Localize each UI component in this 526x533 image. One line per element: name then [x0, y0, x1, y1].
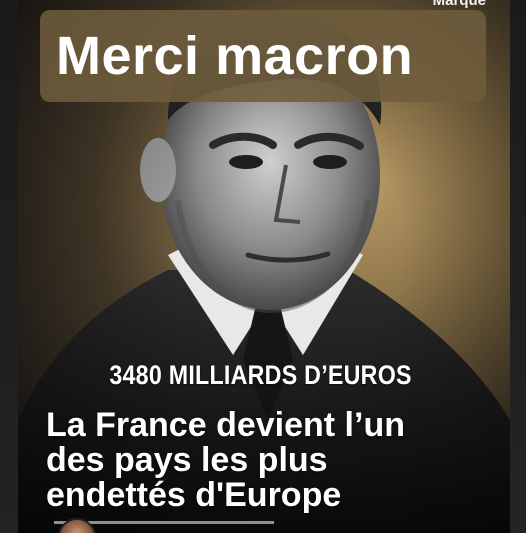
headline-line: La France devient l’un	[46, 406, 405, 444]
brand-label: Marque	[432, 0, 486, 9]
caption-text: Merci macron	[56, 26, 414, 86]
headline-line: des pays les plus	[46, 441, 328, 479]
right-edge	[510, 0, 526, 533]
headline-amount: 3480 MILLIARDS D’EUROS	[109, 360, 412, 390]
story-image[interactable]: Marque Merci macron 3480 MILLIARDS D’EUR…	[18, 0, 510, 533]
caption-box: Merci macron	[40, 10, 486, 102]
headline-line: endettés d'Europe	[46, 476, 342, 514]
story-viewer: Marque Merci macron 3480 MILLIARDS D’EUR…	[0, 0, 526, 533]
left-edge	[0, 0, 18, 533]
headline-text: La France devient l’un des pays les plus…	[46, 408, 486, 513]
